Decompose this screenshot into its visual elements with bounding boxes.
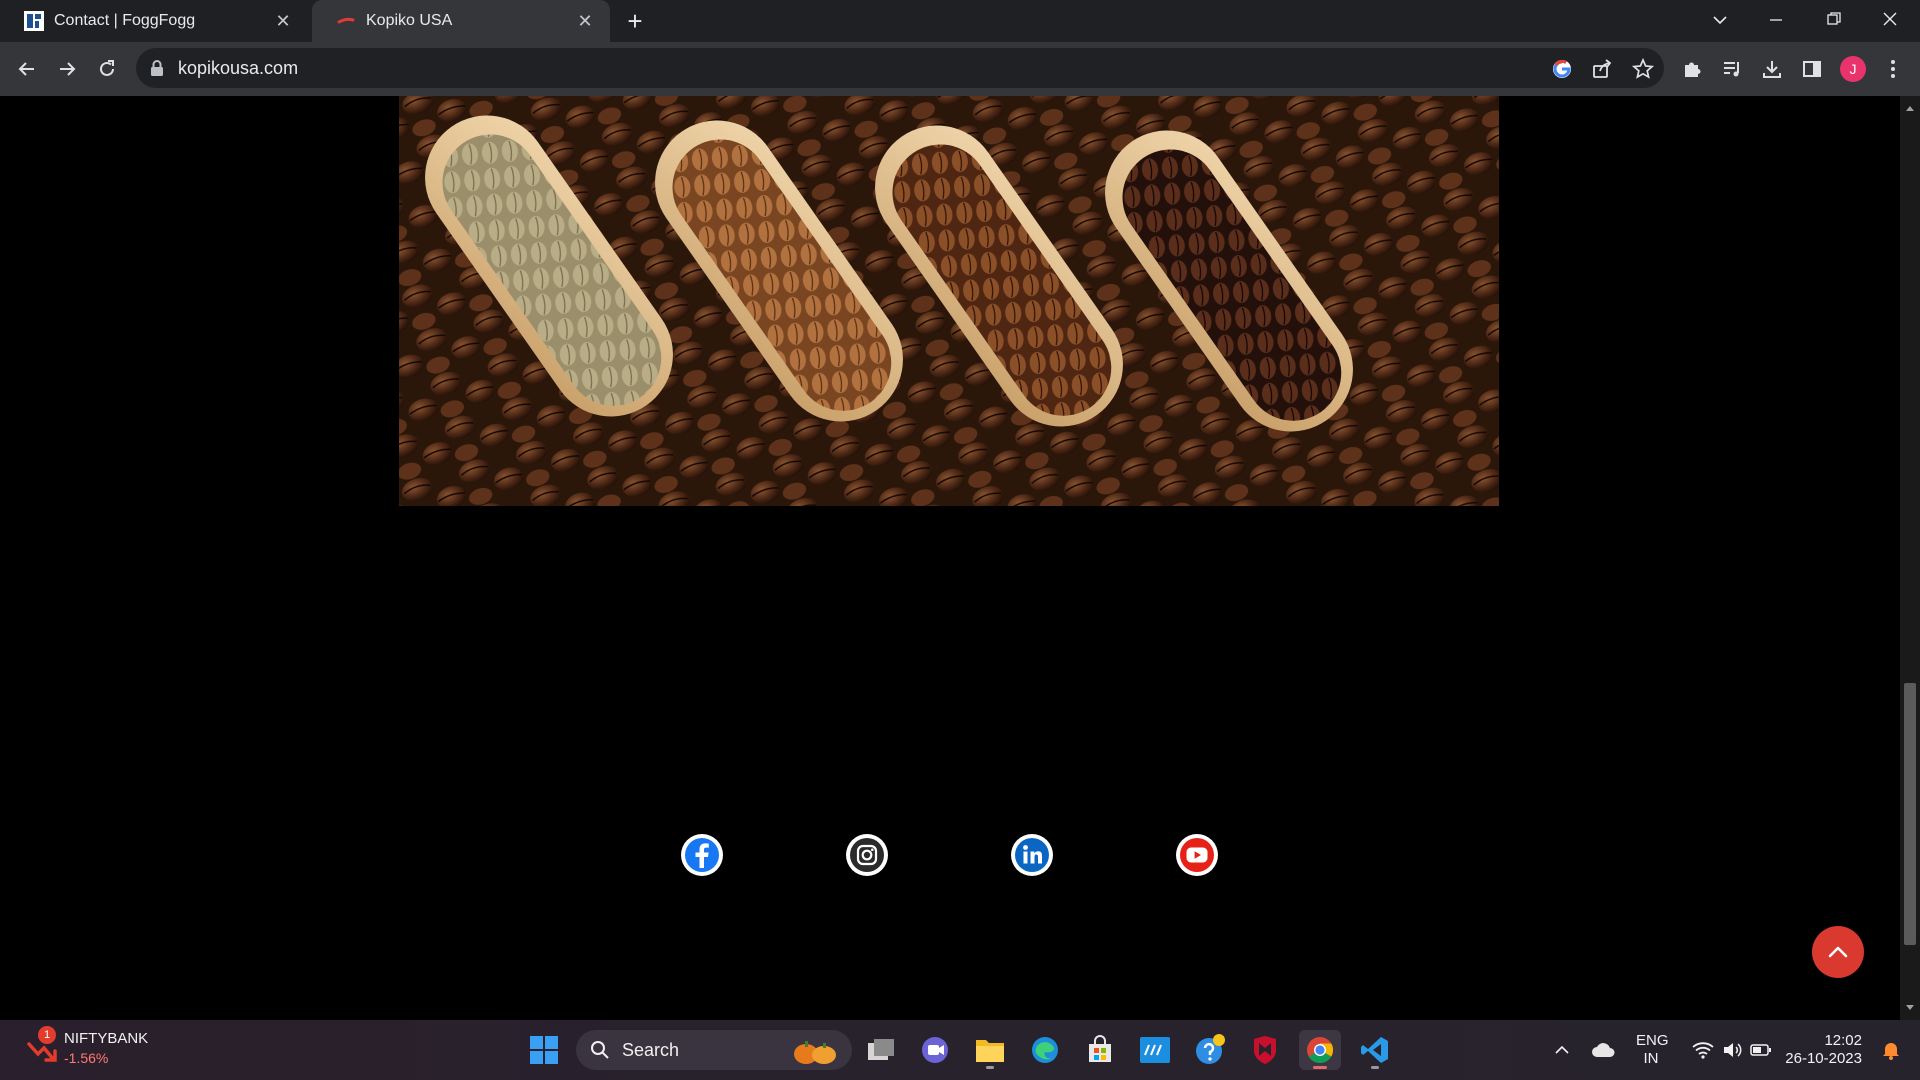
browser-toolbar: kopikousa.com J bbox=[0, 42, 1920, 96]
mcafee-shield-icon bbox=[1254, 1036, 1276, 1064]
profile-avatar[interactable]: J bbox=[1838, 54, 1868, 84]
edge-icon bbox=[1032, 1037, 1058, 1063]
chevron-up-icon bbox=[1828, 946, 1848, 958]
browser-menu-icon[interactable] bbox=[1878, 54, 1908, 84]
notification-badge: 1 bbox=[38, 1026, 56, 1044]
search-icon bbox=[591, 1041, 609, 1059]
vscode-button[interactable] bbox=[1354, 1030, 1396, 1070]
bell-icon bbox=[1883, 1043, 1899, 1060]
address-bar[interactable]: kopikousa.com bbox=[136, 48, 1664, 88]
clock-date: 26-10-2023 bbox=[1785, 1050, 1862, 1067]
widget-title: NIFTYBANK bbox=[64, 1030, 149, 1047]
side-panel-icon[interactable] bbox=[1797, 54, 1827, 84]
linkedin-icon bbox=[1012, 835, 1052, 875]
tab-title: Contact | FoggFogg bbox=[54, 12, 196, 29]
reload-button[interactable] bbox=[92, 54, 122, 84]
widget-value: -1.56% bbox=[64, 1050, 109, 1066]
network-sound-battery-button[interactable] bbox=[1686, 1030, 1778, 1070]
wifi-icon bbox=[1692, 1042, 1714, 1059]
language-indicator[interactable]: ENG IN bbox=[1636, 1032, 1669, 1068]
store-icon bbox=[1089, 1035, 1111, 1062]
taskbar-search-box[interactable]: Search bbox=[576, 1030, 852, 1070]
show-hidden-icons-button[interactable] bbox=[1550, 1030, 1574, 1070]
search-label: Search bbox=[622, 1040, 680, 1060]
mcafee-button[interactable] bbox=[1244, 1030, 1286, 1070]
notifications-button[interactable] bbox=[1876, 1030, 1906, 1070]
microsoft-store-button[interactable] bbox=[1079, 1030, 1121, 1070]
google-lens-icon[interactable] bbox=[1547, 54, 1577, 84]
start-button[interactable] bbox=[523, 1030, 565, 1070]
task-view-button[interactable] bbox=[860, 1030, 902, 1070]
teams-chat-button[interactable] bbox=[914, 1030, 956, 1070]
vscode-icon bbox=[1361, 1037, 1388, 1063]
windows-logo-icon bbox=[530, 1036, 558, 1064]
page-scrollbar[interactable] bbox=[1900, 96, 1920, 1020]
active-indicator bbox=[1313, 1066, 1327, 1069]
downloads-icon[interactable] bbox=[1757, 54, 1787, 84]
media-control-icon[interactable] bbox=[1717, 54, 1747, 84]
bookmark-star-icon[interactable] bbox=[1628, 54, 1658, 84]
windows-taskbar: 1 NIFTYBANK -1.56% Search ENG IN 12:02 2… bbox=[0, 1020, 1920, 1080]
linkedin-link[interactable] bbox=[1011, 834, 1053, 876]
kopiko-favicon-icon bbox=[337, 17, 355, 24]
clock-time: 12:02 bbox=[1824, 1032, 1862, 1049]
scrollbar-thumb[interactable] bbox=[1904, 683, 1916, 945]
stock-widget[interactable]: 1 NIFTYBANK -1.56% bbox=[24, 1026, 184, 1072]
chevron-up-icon bbox=[1555, 1045, 1569, 1054]
language-code: ENG bbox=[1636, 1032, 1669, 1049]
file-explorer-button[interactable] bbox=[969, 1030, 1011, 1070]
lock-icon[interactable] bbox=[150, 59, 164, 77]
tab-kopiko-usa[interactable]: Kopiko USA ✕ bbox=[312, 0, 610, 42]
close-tab-icon[interactable]: ✕ bbox=[574, 10, 596, 32]
help-icon bbox=[1196, 1034, 1225, 1064]
minimize-button[interactable] bbox=[1748, 0, 1804, 40]
battery-icon bbox=[1750, 1044, 1771, 1056]
forward-button[interactable] bbox=[52, 54, 82, 84]
running-indicator bbox=[986, 1066, 994, 1069]
clock[interactable]: 12:02 26-10-2023 bbox=[1782, 1032, 1862, 1068]
chrome-icon bbox=[1307, 1037, 1334, 1064]
running-indicator bbox=[1371, 1066, 1379, 1069]
cloud-icon bbox=[1592, 1043, 1615, 1057]
new-tab-button[interactable]: + bbox=[620, 7, 650, 37]
onedrive-button[interactable] bbox=[1588, 1030, 1618, 1070]
profile-initial: J bbox=[1840, 56, 1866, 82]
restore-button[interactable] bbox=[1806, 0, 1862, 40]
chrome-button[interactable] bbox=[1299, 1030, 1341, 1070]
youtube-icon bbox=[1177, 835, 1217, 875]
myhp-icon bbox=[1140, 1037, 1170, 1063]
instagram-link[interactable] bbox=[846, 834, 888, 876]
browser-tab-strip: Contact | FoggFogg ✕ Kopiko USA ✕ + bbox=[0, 0, 1920, 42]
tab-search-chevron-icon[interactable] bbox=[1692, 0, 1748, 40]
back-to-top-button[interactable] bbox=[1812, 926, 1864, 978]
share-icon[interactable] bbox=[1587, 54, 1617, 84]
page-viewport bbox=[0, 96, 1900, 1020]
volume-icon bbox=[1724, 1043, 1742, 1057]
url-text[interactable]: kopikousa.com bbox=[178, 58, 298, 79]
instagram-icon bbox=[847, 835, 887, 875]
folder-icon bbox=[976, 1040, 1004, 1062]
foggfogg-favicon-icon bbox=[24, 11, 44, 31]
youtube-link[interactable] bbox=[1176, 834, 1218, 876]
edge-button[interactable] bbox=[1024, 1030, 1066, 1070]
teams-chat-icon bbox=[922, 1037, 948, 1063]
extensions-puzzle-icon[interactable] bbox=[1677, 54, 1707, 84]
myhp-button[interactable] bbox=[1134, 1030, 1176, 1070]
facebook-icon bbox=[682, 835, 722, 875]
pumpkin-icon bbox=[794, 1041, 836, 1064]
back-button[interactable] bbox=[12, 54, 42, 84]
scroll-up-arrow-icon[interactable] bbox=[1905, 104, 1915, 112]
close-window-button[interactable] bbox=[1862, 0, 1918, 40]
region-code: IN bbox=[1643, 1050, 1659, 1067]
scroll-down-arrow-icon[interactable] bbox=[1905, 1004, 1915, 1012]
tab-contact-foggfogg[interactable]: Contact | FoggFogg ✕ bbox=[0, 0, 308, 42]
coffee-beans-hero-image bbox=[399, 96, 1499, 506]
close-tab-icon[interactable]: ✕ bbox=[272, 10, 294, 32]
task-view-icon bbox=[868, 1039, 894, 1060]
tab-title: Kopiko USA bbox=[366, 12, 453, 29]
facebook-link[interactable] bbox=[681, 834, 723, 876]
get-help-button[interactable] bbox=[1189, 1030, 1231, 1070]
